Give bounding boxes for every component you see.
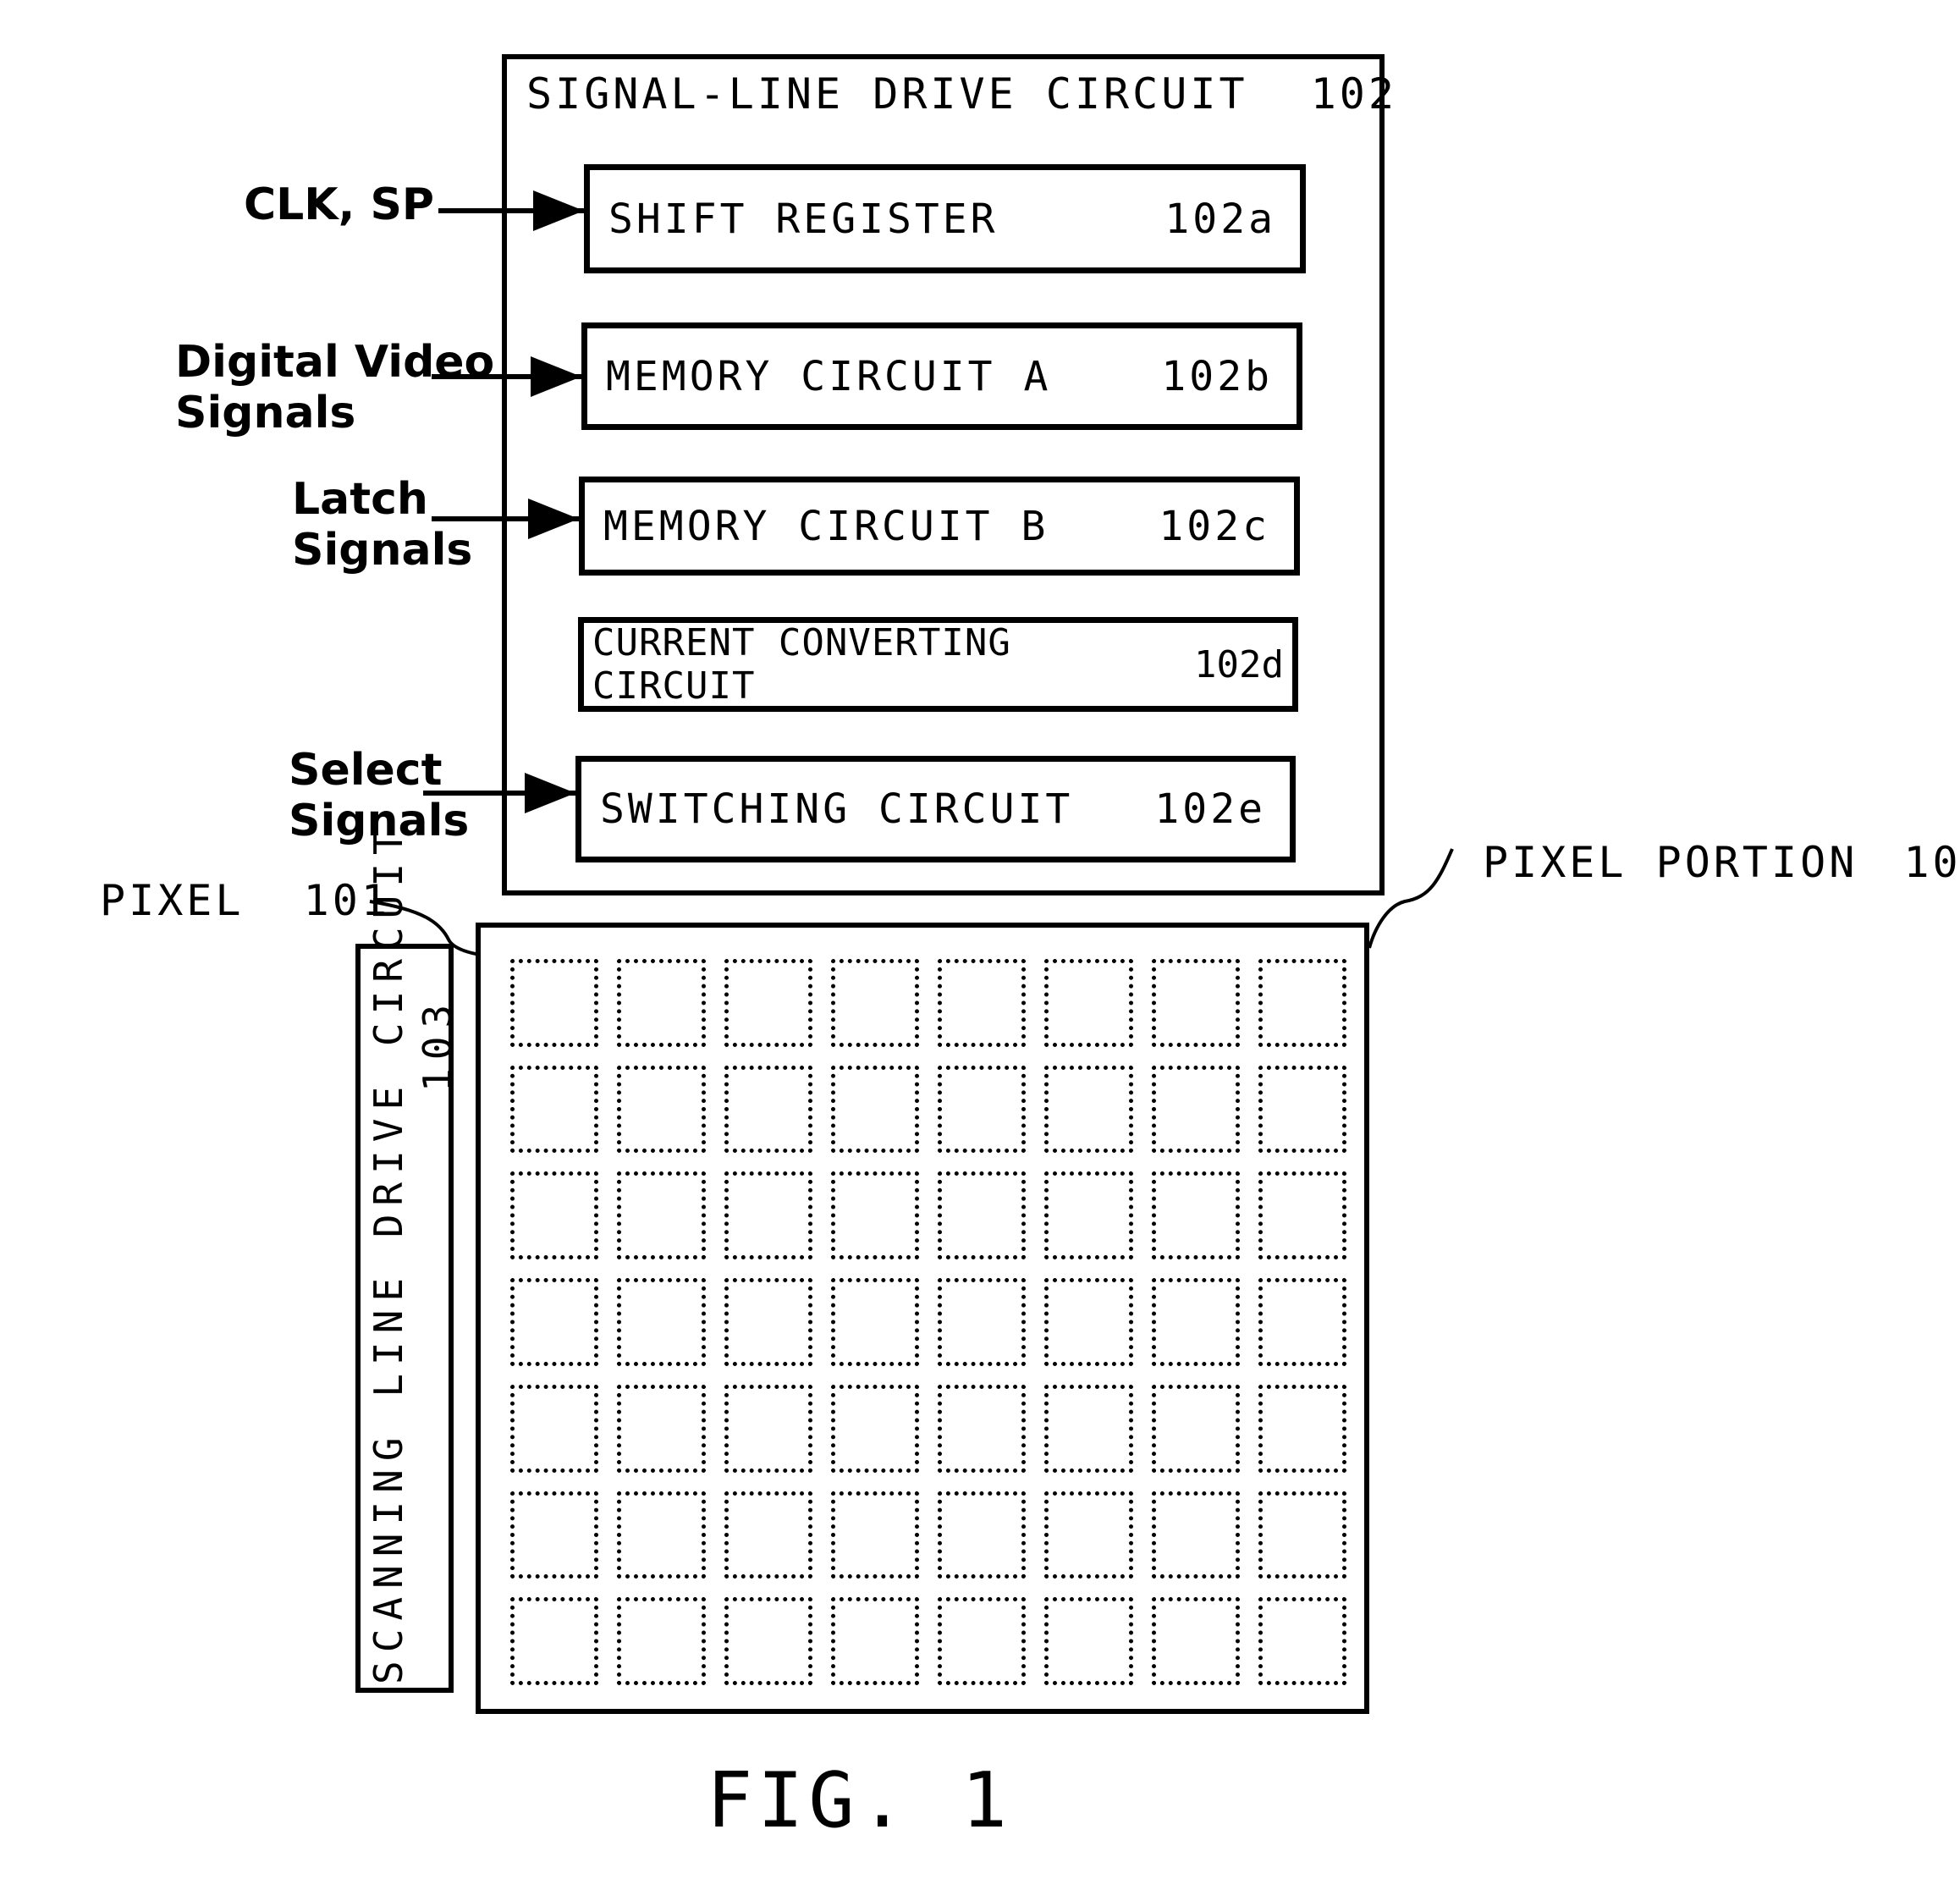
pixel-cell	[724, 1065, 812, 1154]
pixel-cell	[1044, 1491, 1133, 1579]
pixel-cell	[510, 1597, 599, 1685]
pixel-cell	[617, 1384, 706, 1473]
pixel-cell	[617, 1491, 706, 1579]
pixel-cell	[1151, 1278, 1240, 1366]
pixel-cell	[724, 1384, 812, 1473]
scanning-line-drive-circuit-label: SCANNING LINE DRIVE CIRCUIT	[366, 823, 411, 1684]
pixel-cell	[724, 1597, 812, 1685]
pixel-cell	[938, 959, 1027, 1047]
pixel-cell	[1258, 1278, 1346, 1366]
pixel-cell	[830, 1171, 919, 1260]
pixel-cell	[510, 1065, 599, 1154]
pixel-cell	[1044, 1597, 1133, 1685]
label-text: PIXEL PORTION	[1483, 838, 1858, 887]
pixel-cell	[938, 1171, 1027, 1260]
pixel-cell	[1151, 1065, 1240, 1154]
pixel-cell	[724, 1171, 812, 1260]
pixel-cell	[938, 1597, 1027, 1685]
pixel-cell	[724, 1491, 812, 1579]
pixel-cell	[938, 1065, 1027, 1154]
pixel-cell	[617, 1278, 706, 1366]
pixel-cell	[1258, 1384, 1346, 1473]
pixel-cell	[617, 1065, 706, 1154]
pixel-cell	[1151, 1597, 1240, 1685]
label-ref: 100	[1903, 838, 1960, 887]
pixel-cell	[1151, 1491, 1240, 1579]
pixel-cell	[1258, 959, 1346, 1047]
pixel-label: PIXEL 101	[100, 876, 390, 925]
pixel-cell	[1258, 1491, 1346, 1579]
pixel-cell	[510, 959, 599, 1047]
pixel-cell	[510, 1278, 599, 1366]
pixel-cell	[938, 1491, 1027, 1579]
label-text: PIXEL	[100, 876, 245, 925]
pixel-cell	[830, 1065, 919, 1154]
pixel-cell	[510, 1384, 599, 1473]
pixel-cell	[617, 1597, 706, 1685]
pixel-cell	[510, 1491, 599, 1579]
pixel-cell	[510, 1171, 599, 1260]
pixel-cell	[830, 1491, 919, 1579]
pixel-portion-leader-line	[1368, 848, 1454, 949]
scanning-line-drive-circuit-ref: 103	[415, 995, 460, 1092]
pixel-cell	[1044, 1171, 1133, 1260]
pixel-portion-label: PIXEL PORTION 100	[1483, 838, 1960, 887]
pixel-cell	[830, 1597, 919, 1685]
pixel-cell	[724, 959, 812, 1047]
pixel-cell	[617, 1171, 706, 1260]
pixel-cell	[1258, 1171, 1346, 1260]
pixel-cell	[830, 1278, 919, 1366]
pixel-cell	[1151, 1171, 1240, 1260]
pixel-cell	[938, 1384, 1027, 1473]
pixel-cell	[1044, 959, 1133, 1047]
pixel-cell	[938, 1278, 1027, 1366]
pixel-cell	[830, 959, 919, 1047]
pixel-cell	[1151, 1384, 1240, 1473]
figure-caption: FIG. 1	[707, 1756, 1013, 1845]
pixel-cell	[1151, 959, 1240, 1047]
pixel-cell	[830, 1384, 919, 1473]
pixel-cell	[1044, 1065, 1133, 1154]
pixel-cell	[1258, 1597, 1346, 1685]
pixel-cell	[724, 1278, 812, 1366]
pixel-cell	[1258, 1065, 1346, 1154]
pixel-cell	[1044, 1278, 1133, 1366]
pixel-cell	[1044, 1384, 1133, 1473]
pixel-cell	[617, 959, 706, 1047]
